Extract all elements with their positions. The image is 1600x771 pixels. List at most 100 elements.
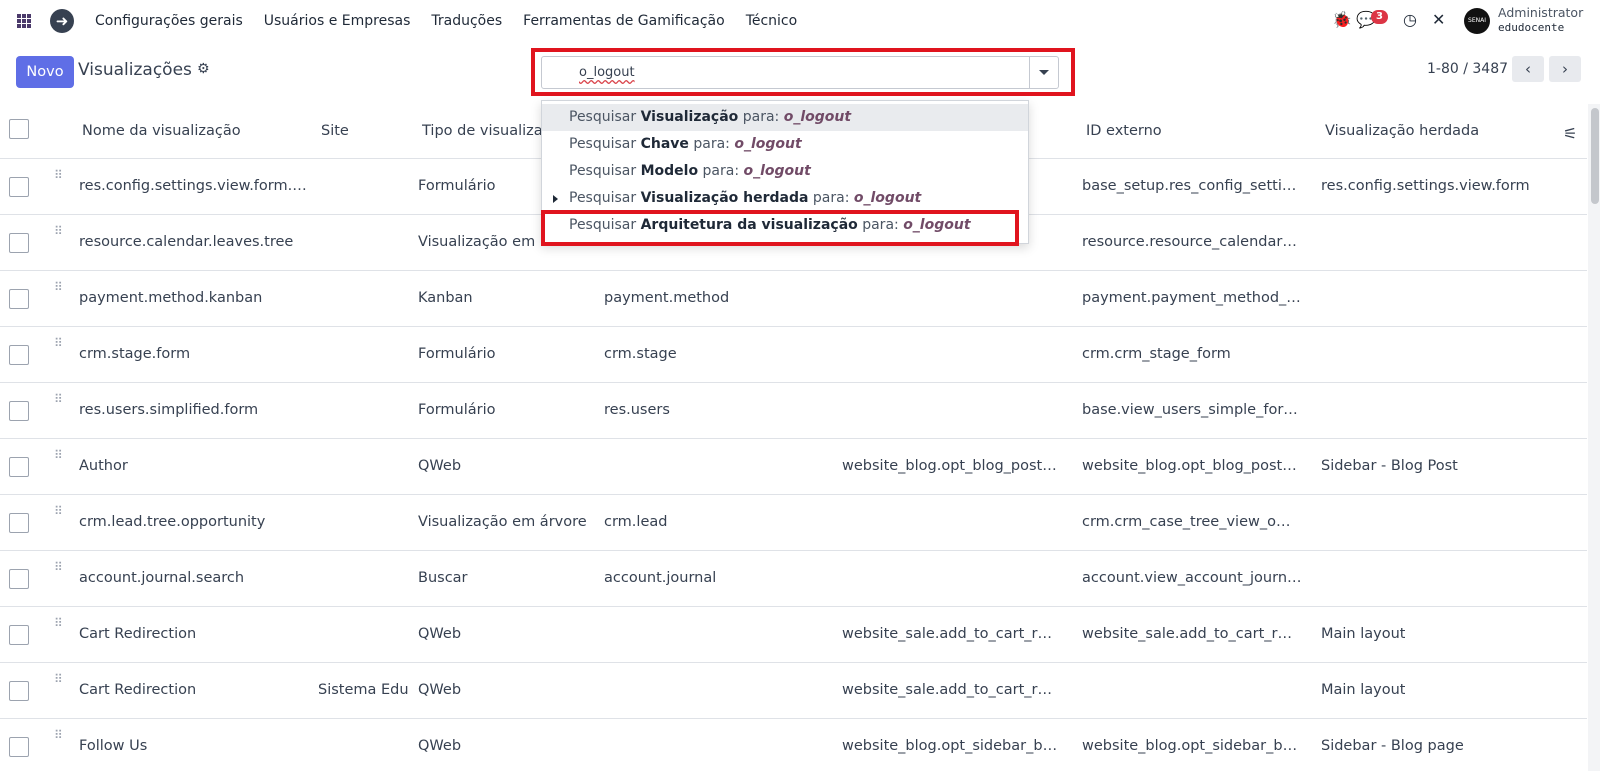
table-row[interactable]: ⠿ Cart Redirection Sistema Edu QWeb website_… — [0, 663, 1587, 719]
cell-type: Formulário — [418, 346, 496, 362]
cell-external-id: base.view_users_simple_for… — [1082, 402, 1298, 418]
search-option-key[interactable]: Pesquisar Chave para: o_logout — [542, 131, 1028, 158]
new-button[interactable]: Novo — [16, 56, 74, 88]
user-name[interactable]: Administrator — [1498, 5, 1583, 20]
table-row[interactable]: ⠿ Author QWeb website_blog.opt_blog_post… we… — [0, 439, 1587, 495]
table-row[interactable]: ⠿ crm.stage.form Formulário crm.stage crm.cr… — [0, 327, 1587, 383]
search-option-view[interactable]: Pesquisar Visualização para: o_logout — [542, 104, 1028, 131]
expand-caret-icon[interactable] — [553, 195, 558, 203]
cell-inherited: Main layout — [1321, 682, 1406, 698]
messages-badge: 3 — [1371, 10, 1388, 24]
cell-model: res.users — [604, 402, 670, 418]
cell-type: Formulário — [418, 402, 496, 418]
cell-model: crm.lead — [604, 514, 668, 530]
pager-previous-button[interactable]: ‹ — [1512, 56, 1544, 82]
cell-external-id: account.view_account_journ… — [1082, 570, 1302, 586]
row-checkbox[interactable] — [9, 681, 29, 701]
row-checkbox[interactable] — [9, 289, 29, 309]
drag-handle-icon[interactable]: ⠿ — [54, 393, 64, 405]
row-checkbox[interactable] — [9, 177, 29, 197]
cell-name: resource.calendar.leaves.tree — [79, 234, 294, 250]
menu-item-technical[interactable]: Técnico — [746, 13, 798, 29]
cell-inherited: res.config.settings.view.form — [1321, 178, 1530, 194]
avatar[interactable]: SENAI — [1464, 8, 1490, 34]
select-all-checkbox[interactable] — [9, 119, 29, 139]
search-option-inherited-view[interactable]: Pesquisar Visualização herdada para: o_l… — [542, 185, 1028, 212]
row-checkbox[interactable] — [9, 569, 29, 589]
apps-menu-icon[interactable] — [17, 14, 31, 28]
cell-type: Visualização em — [418, 234, 536, 250]
drag-handle-icon[interactable]: ⠿ — [54, 169, 64, 181]
drag-handle-icon[interactable]: ⠿ — [54, 337, 64, 349]
row-checkbox[interactable] — [9, 737, 29, 757]
column-header-type[interactable]: Tipo de visualização — [422, 123, 542, 139]
cell-name: crm.stage.form — [79, 346, 191, 362]
cell-model: payment.method — [604, 290, 730, 306]
drag-handle-icon[interactable]: ⠿ — [54, 449, 64, 461]
column-header-external-id[interactable]: ID externo — [1086, 123, 1162, 139]
search-option-model[interactable]: Pesquisar Modelo para: o_logout — [542, 158, 1028, 185]
column-header-site[interactable]: Site — [321, 123, 349, 139]
column-header-inherited[interactable]: Visualização herdada — [1325, 123, 1479, 139]
search-toggle-dropdown-icon[interactable] — [1029, 57, 1058, 88]
cell-name: Cart Redirection — [79, 626, 197, 642]
drag-handle-icon[interactable]: ⠿ — [54, 225, 64, 237]
cell-name: res.config.settings.view.form.i… — [79, 178, 309, 194]
cell-name: Follow Us — [79, 738, 148, 754]
table-row[interactable]: ⠿ account.journal.search Buscar account.jou… — [0, 551, 1587, 607]
drag-handle-icon[interactable]: ⠿ — [54, 561, 64, 573]
cell-inherited: Sidebar - Blog Post — [1321, 458, 1458, 474]
cell-name: account.journal.search — [79, 570, 245, 586]
menu-item-translations[interactable]: Traduções — [431, 13, 502, 29]
row-checkbox[interactable] — [9, 513, 29, 533]
drag-handle-icon[interactable]: ⠿ — [54, 281, 64, 293]
tools-icon[interactable]: ✕ — [1432, 10, 1445, 30]
drag-handle-icon[interactable]: ⠿ — [54, 673, 64, 685]
cell-type: Buscar — [418, 570, 468, 586]
search-box[interactable]: o_logout — [541, 56, 1059, 89]
cell-site: Sistema Edu — [318, 682, 409, 698]
drag-handle-icon[interactable]: ⠿ — [54, 729, 64, 741]
cell-key: website_blog.opt_sidebar_b… — [842, 738, 1058, 754]
table-row[interactable]: ⠿ res.users.simplified.form Formulário res.… — [0, 383, 1587, 439]
cell-type: Kanban — [418, 290, 473, 306]
row-checkbox[interactable] — [9, 401, 29, 421]
table-row[interactable]: ⠿ Follow Us QWeb website_blog.opt_sidebar_b… — [0, 719, 1587, 771]
cell-external-id: website_sale.add_to_cart_r… — [1082, 626, 1292, 642]
search-input[interactable]: o_logout — [579, 65, 635, 80]
cell-external-id: base_setup.res_config_setti… — [1082, 178, 1297, 194]
scrollbar-thumb[interactable] — [1591, 108, 1599, 204]
bug-icon[interactable]: 🐞 — [1332, 10, 1352, 30]
row-checkbox[interactable] — [9, 457, 29, 477]
pager-next-button[interactable]: › — [1549, 56, 1581, 82]
cell-type: QWeb — [418, 682, 462, 698]
cell-key: website_blog.opt_blog_post… — [842, 458, 1057, 474]
cell-model: crm.stage — [604, 346, 677, 362]
column-header-name[interactable]: Nome da visualização — [82, 123, 241, 139]
cell-external-id: payment.payment_method_… — [1082, 290, 1301, 306]
row-checkbox[interactable] — [9, 625, 29, 645]
cell-external-id: crm.crm_case_tree_view_o… — [1082, 514, 1291, 530]
optional-columns-icon[interactable]: ⚟ — [1563, 124, 1577, 143]
row-checkbox[interactable] — [9, 233, 29, 253]
menu-item-gamification[interactable]: Ferramentas de Gamificação — [523, 13, 725, 29]
scrollbar[interactable] — [1588, 104, 1600, 771]
table-row[interactable]: ⠿ payment.method.kanban Kanban payment.meth… — [0, 271, 1587, 327]
cell-name: payment.method.kanban — [79, 290, 263, 306]
main-menu: Configurações gerais Usuários e Empresas… — [95, 0, 818, 42]
pager-value[interactable]: 1-80 / 3487 — [1427, 61, 1508, 77]
page-title: Visualizações — [78, 60, 192, 80]
drag-handle-icon[interactable]: ⠿ — [54, 617, 64, 629]
clock-icon[interactable]: ◷ — [1403, 10, 1417, 30]
gear-icon[interactable]: ⚙ — [197, 61, 210, 77]
menu-item-general-settings[interactable]: Configurações gerais — [95, 13, 243, 29]
cell-name: Author — [79, 458, 128, 474]
home-arrow-icon[interactable]: ➜ — [50, 9, 74, 33]
drag-handle-icon[interactable]: ⠿ — [54, 505, 64, 517]
search-option-architecture[interactable]: Pesquisar Arquitetura da visualização pa… — [542, 212, 1028, 239]
table-row[interactable]: ⠿ Cart Redirection QWeb website_sale.add_to… — [0, 607, 1587, 663]
menu-item-users-companies[interactable]: Usuários e Empresas — [264, 13, 411, 29]
cell-name: res.users.simplified.form — [79, 402, 259, 418]
row-checkbox[interactable] — [9, 345, 29, 365]
table-row[interactable]: ⠿ crm.lead.tree.opportunity Visualização e… — [0, 495, 1587, 551]
